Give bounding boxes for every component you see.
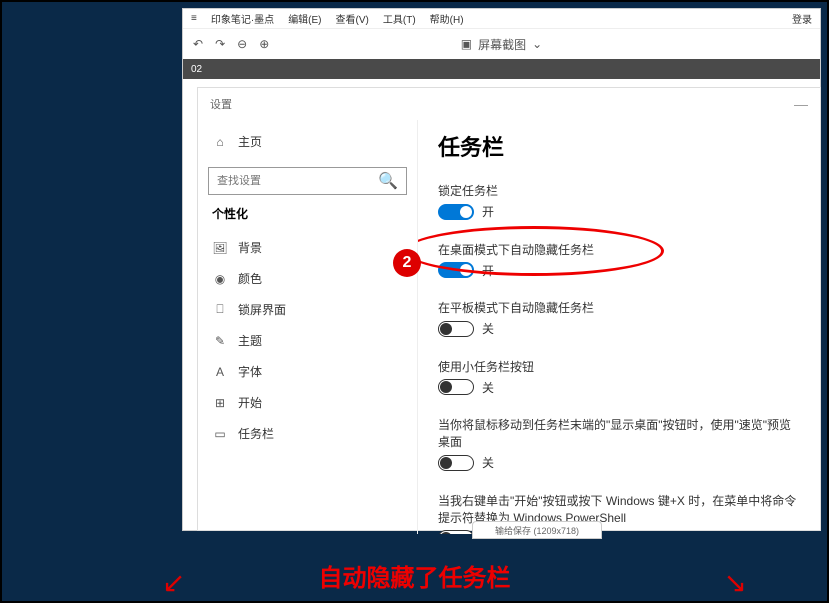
sidebar-item-label: 锁屏界面: [238, 301, 286, 318]
sidebar-item-home[interactable]: ⌂ 主页: [208, 126, 407, 157]
font-icon: A: [212, 365, 228, 379]
toggle-peek[interactable]: 关: [438, 454, 494, 471]
sidebar-item-label: 开始: [238, 394, 262, 411]
menu-login[interactable]: 登录: [792, 11, 812, 26]
sidebar-item-label: 主题: [238, 332, 262, 349]
settings-titlebar: 设置 —: [198, 88, 820, 120]
setting-autohide-tablet: 在平板模式下自动隐藏任务栏 关: [438, 299, 800, 340]
arrow-left-icon: ↙: [162, 566, 185, 599]
badge-number: 2: [403, 254, 412, 272]
setting-peek: 当你将鼠标移动到任务栏末端的"显示桌面"按钮时，使用"速览"预览桌面 关: [438, 416, 800, 474]
toggle-state: 关: [482, 454, 494, 471]
app-logo: ≡: [191, 13, 197, 24]
sidebar-item-label: 字体: [238, 363, 262, 380]
taskbar-icon: ▭: [212, 427, 228, 441]
toggle-small-buttons[interactable]: 关: [438, 379, 494, 396]
sidebar-item-font[interactable]: A 字体: [208, 356, 407, 387]
section-title: 个性化: [212, 205, 407, 222]
toolbar: ↶ ↷ ⊖ ⊕ ▣ 屏幕截图 ⌄: [183, 29, 820, 59]
settings-window: 设置 — ⌂ 主页 🔍 个性化: [197, 87, 821, 531]
settings-title: 设置: [210, 96, 232, 112]
sidebar-item-label: 背景: [238, 239, 262, 256]
tutorial-frame: ≡ 印象笔记·墨点 编辑(E) 查看(V) 工具(T) 帮助(H) 登录 ↶ ↷…: [0, 0, 829, 603]
app-name: 印象笔记·墨点: [211, 11, 274, 26]
theme-icon: ✎: [212, 334, 228, 348]
menu-tools[interactable]: 工具(T): [383, 11, 416, 26]
taskbar-tooltip: 输给保存 (1209x718): [472, 521, 602, 539]
home-icon: ⌂: [212, 135, 228, 149]
undo-icon[interactable]: ↶: [193, 37, 203, 51]
toggle-state: 关: [482, 320, 494, 337]
sidebar-item-theme[interactable]: ✎ 主题: [208, 325, 407, 356]
setting-label: 使用小任务栏按钮: [438, 358, 800, 375]
menu-edit[interactable]: 编辑(E): [288, 11, 321, 26]
document-title-area: ▣ 屏幕截图 ⌄: [461, 36, 542, 53]
search-field[interactable]: [209, 175, 370, 187]
dropdown-icon[interactable]: ⌄: [532, 37, 542, 51]
setting-label: 锁定任务栏: [438, 182, 800, 199]
sidebar-item-background[interactable]: 🖼 背景: [208, 232, 407, 263]
annotation-badge-2: 2: [393, 249, 421, 277]
sidebar-item-label: 任务栏: [238, 425, 274, 442]
tooltip-text: 输给保存 (1209x718): [495, 524, 579, 537]
sidebar-item-taskbar[interactable]: ▭ 任务栏: [208, 418, 407, 449]
menu-view[interactable]: 查看(V): [336, 11, 369, 26]
toggle-state: 开: [482, 203, 494, 220]
arrow-right-icon: ↘: [724, 566, 747, 599]
document-title: 屏幕截图: [478, 36, 526, 53]
settings-main-panel: 任务栏 锁定任务栏 开 在桌面模式下自动隐藏任务栏: [418, 120, 820, 534]
settings-sidebar: ⌂ 主页 🔍 个性化 🖼 背景 ◉: [198, 120, 418, 534]
menubar: ≡ 印象笔记·墨点 编辑(E) 查看(V) 工具(T) 帮助(H) 登录: [183, 9, 820, 29]
sidebar-item-lockscreen[interactable]: ⎕ 锁屏界面: [208, 294, 407, 325]
toggle-lock-taskbar[interactable]: 开: [438, 203, 494, 220]
image-icon: 🖼: [212, 241, 228, 255]
screenshot-icon: ▣: [461, 37, 472, 51]
lock-icon: ⎕: [212, 302, 228, 317]
canvas: 设置 — ⌂ 主页 🔍 个性化: [183, 79, 820, 530]
zoom-in-icon[interactable]: ⊕: [259, 37, 269, 51]
setting-label: 当你将鼠标移动到任务栏末端的"显示桌面"按钮时，使用"速览"预览桌面: [438, 416, 800, 450]
sidebar-item-label: 颜色: [238, 270, 262, 287]
caption-text: 自动隐藏了任务栏: [2, 558, 827, 593]
sidebar-item-color[interactable]: ◉ 颜色: [208, 263, 407, 294]
tab-bar: 02: [183, 59, 820, 79]
toggle-state: 关: [482, 379, 494, 396]
editor-window: ≡ 印象笔记·墨点 编辑(E) 查看(V) 工具(T) 帮助(H) 登录 ↶ ↷…: [182, 8, 821, 531]
page-title: 任务栏: [438, 130, 800, 162]
setting-lock-taskbar: 锁定任务栏 开: [438, 182, 800, 223]
minimize-icon[interactable]: —: [794, 96, 808, 112]
toggle-autohide-tablet[interactable]: 关: [438, 320, 494, 337]
palette-icon: ◉: [212, 272, 228, 286]
setting-small-buttons: 使用小任务栏按钮 关: [438, 358, 800, 399]
tab-label[interactable]: 02: [191, 64, 202, 75]
redo-icon[interactable]: ↷: [215, 37, 225, 51]
start-icon: ⊞: [212, 396, 228, 410]
sidebar-item-start[interactable]: ⊞ 开始: [208, 387, 407, 418]
setting-label: 在平板模式下自动隐藏任务栏: [438, 299, 800, 316]
menu-help[interactable]: 帮助(H): [430, 11, 464, 26]
search-icon: 🔍: [370, 171, 406, 191]
zoom-out-icon[interactable]: ⊖: [237, 37, 247, 51]
search-input[interactable]: 🔍: [208, 167, 407, 195]
sidebar-item-label: 主页: [238, 133, 262, 150]
